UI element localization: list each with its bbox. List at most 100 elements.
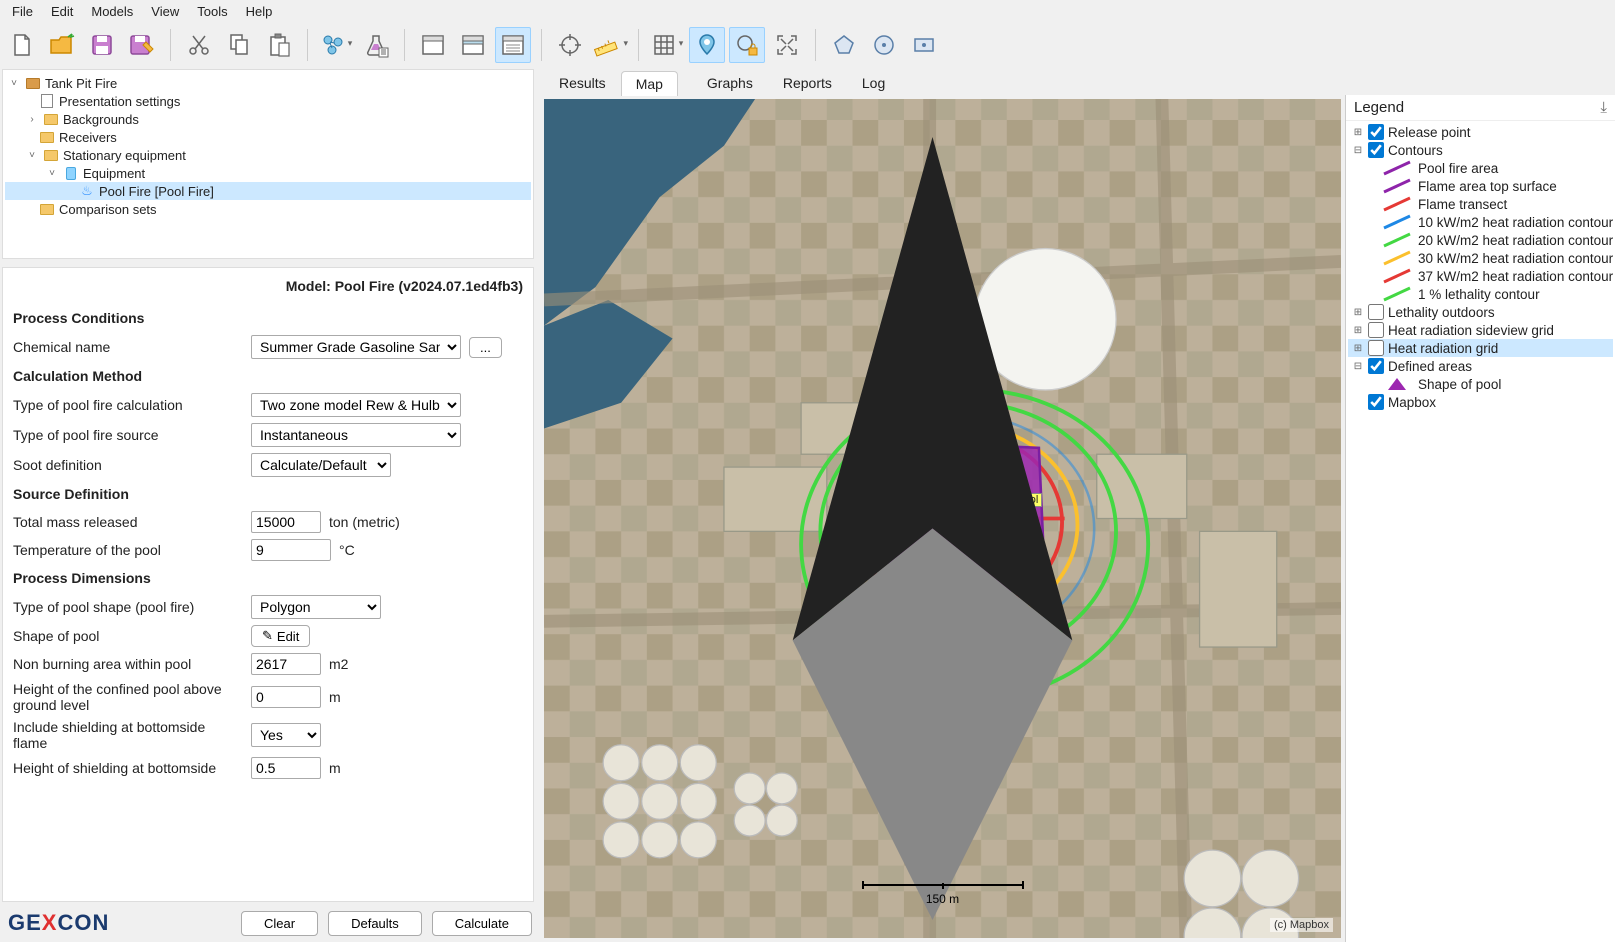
- chemical-more-button[interactable]: ...: [469, 337, 502, 358]
- tab-graphs[interactable]: Graphs: [692, 70, 768, 95]
- legend-shape-of-pool[interactable]: Shape of pool: [1348, 375, 1613, 393]
- section-process-conditions: Process Conditions: [13, 304, 523, 332]
- tree-backgrounds[interactable]: › Backgrounds: [5, 110, 531, 128]
- shape-pool-edit-button[interactable]: ✎Edit: [251, 625, 310, 647]
- save-icon[interactable]: [84, 27, 120, 63]
- tree-presentation[interactable]: Presentation settings: [5, 92, 531, 110]
- ruler-icon[interactable]: [592, 27, 628, 63]
- calculate-button[interactable]: Calculate: [432, 911, 532, 936]
- tree-root[interactable]: ˅ Tank Pit Fire: [5, 74, 531, 92]
- legend-cb-heatgrid[interactable]: [1368, 340, 1384, 356]
- total-mass-input[interactable]: [251, 511, 321, 533]
- expand-icon[interactable]: ˅: [45, 168, 59, 179]
- menu-view[interactable]: View: [143, 2, 187, 21]
- include-shield-select[interactable]: Yes: [251, 723, 321, 747]
- paste-icon[interactable]: [261, 27, 297, 63]
- legend-cb-mapbox[interactable]: [1368, 394, 1384, 410]
- legend-contour-item[interactable]: Pool fire area: [1348, 159, 1613, 177]
- legend-cb-release[interactable]: [1368, 124, 1384, 140]
- legend-contour-item[interactable]: 20 kW/m2 heat radiation contour: [1348, 231, 1613, 249]
- type-calc-select[interactable]: Two zone model Rew & Hulbert: [251, 393, 461, 417]
- window1-icon[interactable]: [415, 27, 451, 63]
- menu-edit[interactable]: Edit: [43, 2, 81, 21]
- marker-pin-icon[interactable]: [689, 27, 725, 63]
- tree-receivers[interactable]: Receivers: [5, 128, 531, 146]
- field-height-shield: Height of shielding at bottomside m: [13, 754, 523, 782]
- menu-tools[interactable]: Tools: [189, 2, 235, 21]
- save-as-icon[interactable]: [124, 27, 160, 63]
- window2-icon[interactable]: [455, 27, 491, 63]
- tree-poolfire[interactable]: ♨ Pool Fire [Pool Fire]: [5, 182, 531, 200]
- pin-icon[interactable]: ⤓: [1600, 99, 1607, 116]
- expand-icon[interactable]: ⊞: [1352, 343, 1364, 354]
- expand-icon[interactable]: ⊞: [1352, 325, 1364, 336]
- legend-contour-item[interactable]: 37 kW/m2 heat radiation contour: [1348, 267, 1613, 285]
- tab-log[interactable]: Log: [847, 70, 900, 95]
- expand-icon[interactable]: ⊞: [1352, 127, 1364, 138]
- temp-pool-input[interactable]: [251, 539, 331, 561]
- type-source-select[interactable]: Instantaneous: [251, 423, 461, 447]
- pentagon-icon[interactable]: [826, 27, 862, 63]
- molecule-icon[interactable]: [318, 27, 354, 63]
- legend-cb-contours[interactable]: [1368, 142, 1384, 158]
- copy-icon[interactable]: [221, 27, 257, 63]
- line-swatch: [1382, 286, 1412, 302]
- legend-cb-defined[interactable]: [1368, 358, 1384, 374]
- expand-icon[interactable]: ⊟: [1352, 145, 1364, 156]
- separator: [815, 29, 816, 61]
- defaults-button[interactable]: Defaults: [328, 911, 422, 936]
- tree-label: Pool Fire [Pool Fire]: [99, 184, 214, 199]
- menu-file[interactable]: File: [4, 2, 41, 21]
- line-swatch: [1382, 178, 1412, 194]
- legend-contours[interactable]: ⊟ Contours: [1348, 141, 1613, 159]
- tree-equipment[interactable]: ˅ Equipment: [5, 164, 531, 182]
- pool-shape-type-select[interactable]: Polygon: [251, 595, 381, 619]
- legend-contour-item[interactable]: 10 kW/m2 heat radiation contour: [1348, 213, 1613, 231]
- legend-contour-item[interactable]: Flame transect: [1348, 195, 1613, 213]
- zoom-lock-icon[interactable]: [729, 27, 765, 63]
- legend-defined-areas[interactable]: ⊟ Defined areas: [1348, 357, 1613, 375]
- soot-select[interactable]: Calculate/Default: [251, 453, 391, 477]
- grid-icon[interactable]: [649, 27, 685, 63]
- tab-map[interactable]: Map: [621, 71, 678, 96]
- legend-lethality-outdoors[interactable]: ⊞ Lethality outdoors: [1348, 303, 1613, 321]
- expand-icon[interactable]: ⊟: [1352, 361, 1364, 372]
- tree-comparison[interactable]: Comparison sets: [5, 200, 531, 218]
- expand-icon[interactable]: ›: [25, 114, 39, 125]
- menu-models[interactable]: Models: [83, 2, 141, 21]
- tree-stationary[interactable]: ˅ Stationary equipment: [5, 146, 531, 164]
- settings-icon: [39, 93, 55, 109]
- legend-contour-item[interactable]: 1 % lethality contour: [1348, 285, 1613, 303]
- map-area: Shape of pool 150 m (c) Mapbox Legend: [540, 95, 1615, 942]
- crosshair-icon[interactable]: [552, 27, 588, 63]
- rect-dot-icon[interactable]: [906, 27, 942, 63]
- project-tree[interactable]: ˅ Tank Pit Fire Presentation settings › …: [2, 69, 534, 259]
- new-file-icon[interactable]: [4, 27, 40, 63]
- legend-contour-item[interactable]: 30 kW/m2 heat radiation contour: [1348, 249, 1613, 267]
- menu-help[interactable]: Help: [238, 2, 281, 21]
- legend-heat-grid[interactable]: ⊞ Heat radiation grid: [1348, 339, 1613, 357]
- flask-icon[interactable]: [358, 27, 394, 63]
- tab-reports[interactable]: Reports: [768, 70, 847, 95]
- legend-cb-lethality[interactable]: [1368, 304, 1384, 320]
- expand-icon[interactable]: ˅: [25, 150, 39, 161]
- legend-heat-sideview[interactable]: ⊞ Heat radiation sideview grid: [1348, 321, 1613, 339]
- window3-icon[interactable]: [495, 27, 531, 63]
- fullscreen-icon[interactable]: [769, 27, 805, 63]
- legend-mapbox[interactable]: Mapbox: [1348, 393, 1613, 411]
- tab-results[interactable]: Results: [544, 70, 621, 95]
- height-shield-input[interactable]: [251, 757, 321, 779]
- legend-release-point[interactable]: ⊞ Release point: [1348, 123, 1613, 141]
- chemical-name-select[interactable]: Summer Grade Gasoline Sample: [251, 335, 461, 359]
- cut-icon[interactable]: [181, 27, 217, 63]
- legend-cb-sideview[interactable]: [1368, 322, 1384, 338]
- height-confined-input[interactable]: [251, 686, 321, 708]
- circle-dot-icon[interactable]: [866, 27, 902, 63]
- clear-button[interactable]: Clear: [241, 911, 318, 936]
- open-file-icon[interactable]: [44, 27, 80, 63]
- expand-icon[interactable]: ˅: [7, 78, 21, 89]
- expand-icon[interactable]: ⊞: [1352, 307, 1364, 318]
- legend-contour-item[interactable]: Flame area top surface: [1348, 177, 1613, 195]
- nonburn-input[interactable]: [251, 653, 321, 675]
- map-canvas[interactable]: Shape of pool 150 m (c) Mapbox: [544, 99, 1341, 938]
